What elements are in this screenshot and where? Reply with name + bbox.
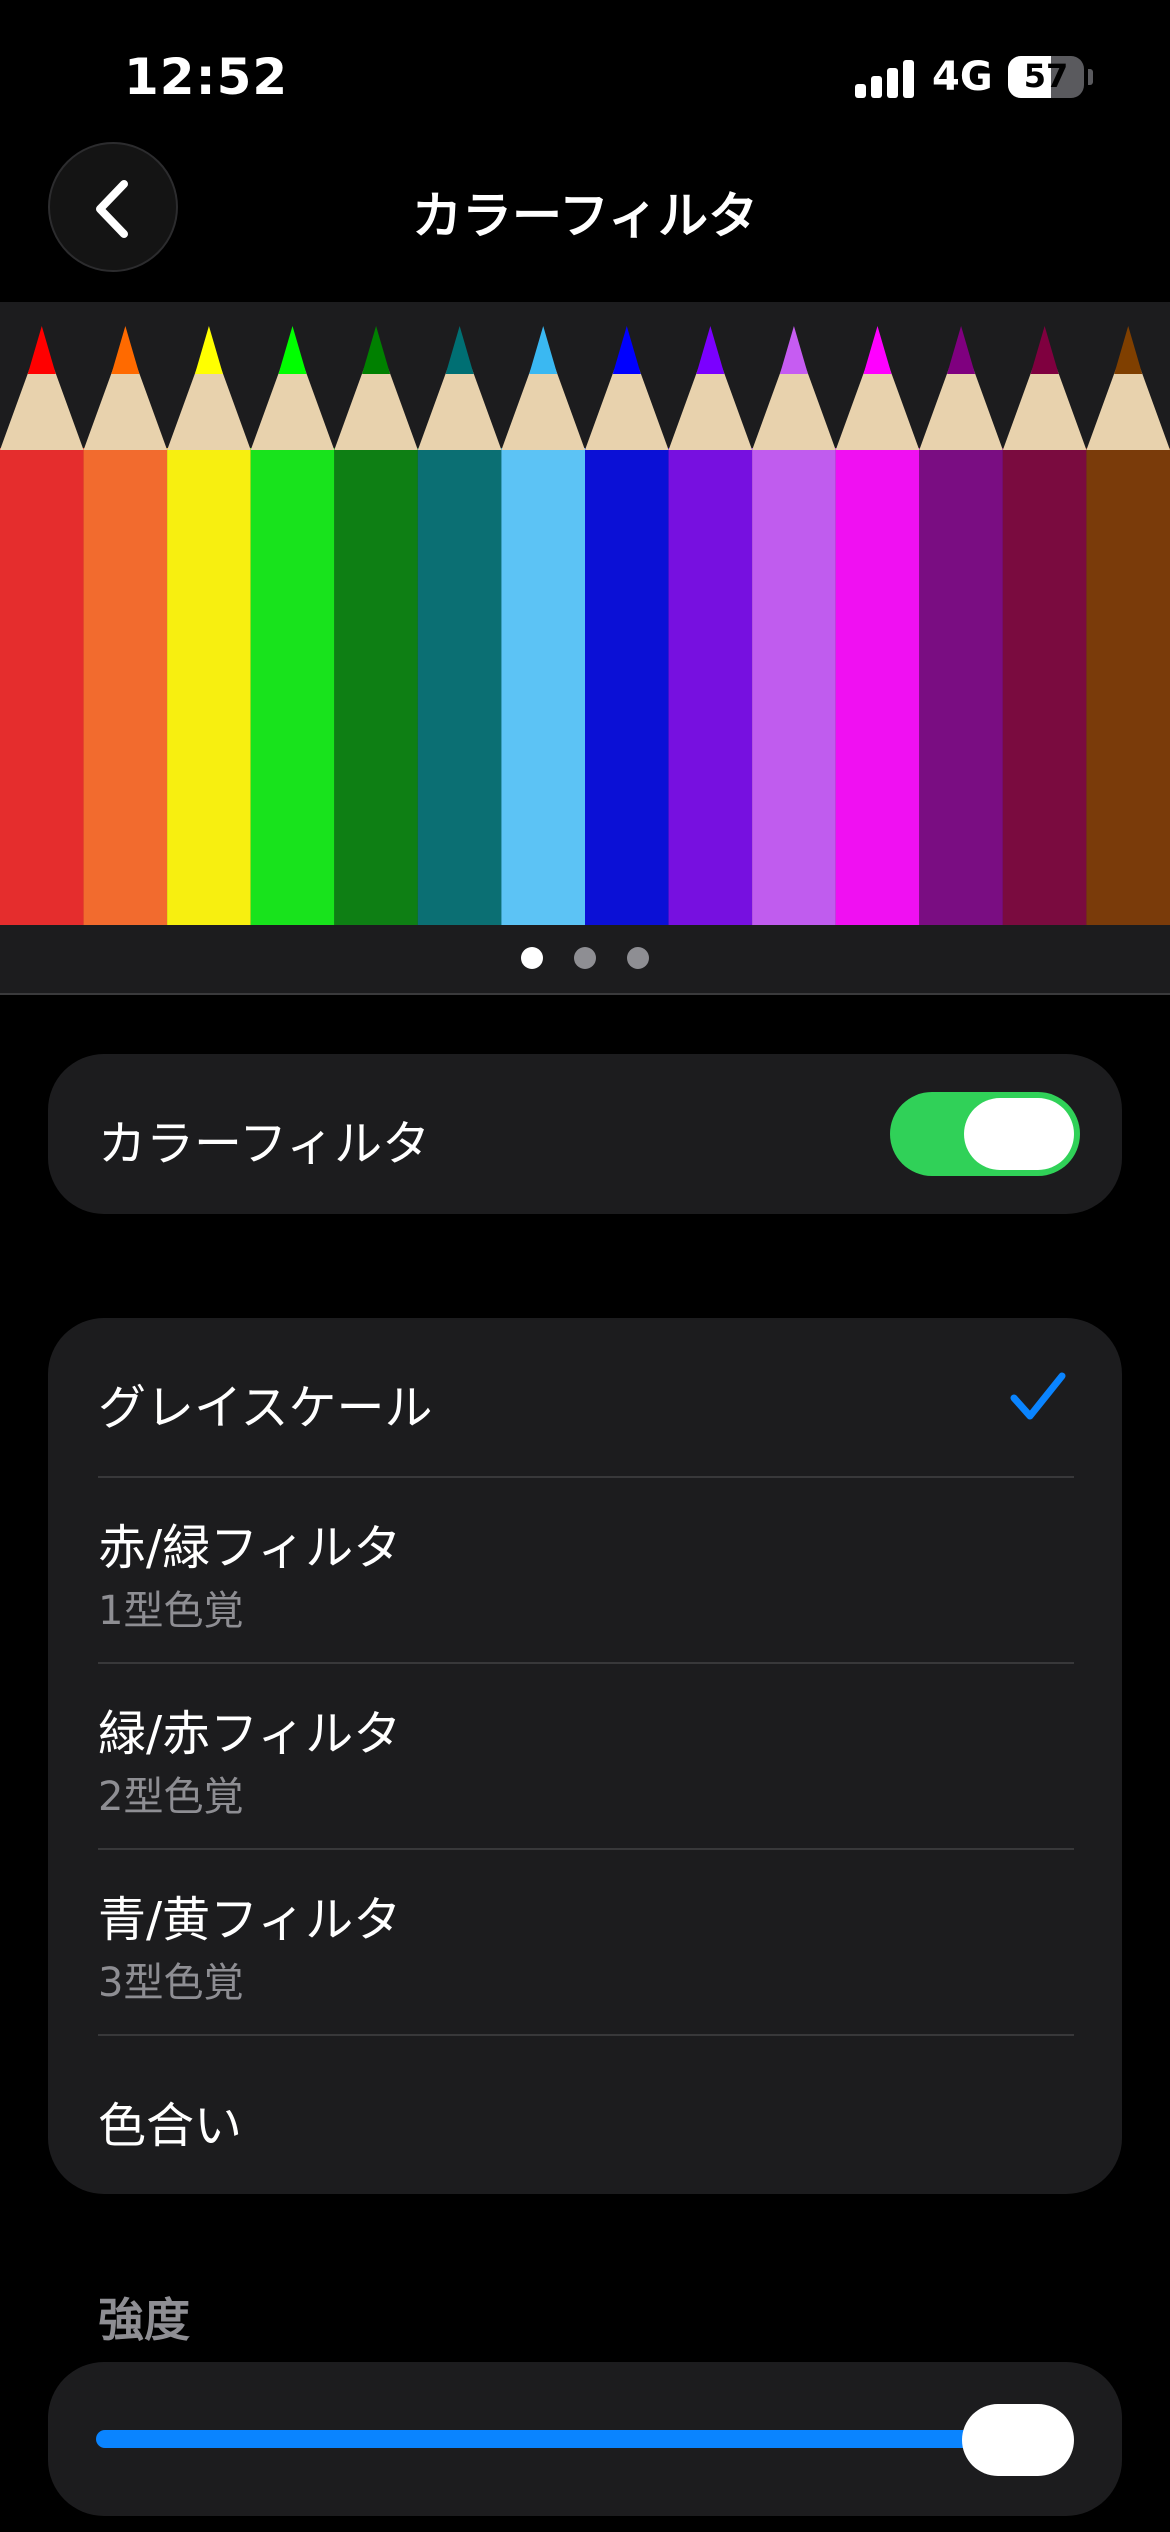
switch-knob — [964, 1098, 1074, 1170]
pencil-shading — [919, 448, 1003, 927]
pencil-tip — [1030, 326, 1059, 374]
pencil-wood — [167, 368, 251, 450]
pencil-shading — [668, 448, 753, 927]
color-filter-label: カラーフィルタ — [98, 1116, 431, 1172]
color-filter-screen: 12:52 4G 57 カラーフィルタ カラーフィルタ グレイスケール 赤/緑フ… — [0, 0, 1170, 2532]
filter-options-list: グレイスケール 赤/緑フィルタ 1型色覚 緑/赤フィルタ 2型色覚 青/黄フィル… — [48, 1318, 1122, 2194]
pencil-shading — [417, 448, 502, 927]
pencil-tip — [445, 326, 474, 374]
filter-option-title: 色合い — [98, 2098, 243, 2154]
pencil-shading — [167, 448, 251, 927]
filter-option-title: 青/黄フィルタ — [98, 1892, 402, 1948]
pencil-wood — [752, 368, 836, 450]
pencil-tip — [696, 326, 725, 374]
battery-percent: 57 — [1023, 57, 1069, 95]
pencil-wood — [1002, 368, 1087, 450]
battery-icon: 57 — [1008, 56, 1084, 98]
pencil-wood — [585, 368, 669, 450]
filter-option-grayscale[interactable]: グレイスケール — [48, 1318, 1122, 1478]
filter-option-subtitle: 2型色覚 — [98, 1774, 244, 1820]
intensity-slider-row — [48, 2362, 1122, 2516]
pencil-tip — [111, 326, 140, 374]
filter-option-title: 緑/赤フィルタ — [98, 1706, 402, 1762]
pencil-tip — [1114, 326, 1143, 374]
filter-option-subtitle: 1型色覚 — [98, 1588, 244, 1634]
pencil-tip — [362, 326, 391, 374]
color-filter-toggle-row: カラーフィルタ — [48, 1054, 1122, 1214]
status-bar: 12:52 4G 57 — [0, 0, 1170, 150]
pencil-tip — [278, 326, 307, 374]
cellular-signal-icon — [855, 58, 915, 98]
intensity-header: 強度 — [98, 2293, 190, 2347]
pencil-wood — [417, 368, 502, 450]
pencil-tip — [612, 326, 641, 374]
page-dot-1[interactable] — [521, 947, 543, 969]
filter-option-title: 赤/緑フィルタ — [98, 1520, 402, 1576]
pencil-tip — [27, 326, 56, 374]
pencil-tip — [194, 326, 223, 374]
pencil-wood — [83, 368, 168, 450]
pencil-tip — [947, 326, 976, 374]
filter-option-subtitle: 3型色覚 — [98, 1960, 244, 2006]
pencil-shading — [585, 448, 669, 927]
page-indicator[interactable] — [0, 937, 1170, 979]
pencil-shading — [334, 448, 418, 927]
checkmark-icon — [1010, 1372, 1066, 1420]
filter-option-deuteranopia[interactable]: 緑/赤フィルタ 2型色覚 — [48, 1664, 1122, 1850]
filter-option-color-tint[interactable]: 色合い — [48, 2036, 1122, 2194]
color-filter-switch[interactable] — [890, 1092, 1080, 1176]
status-time: 12:52 — [124, 48, 289, 106]
pencil-wood — [250, 368, 335, 450]
pencil-shading — [250, 448, 335, 927]
pencil-tip — [779, 326, 808, 374]
pencil-wood — [668, 368, 753, 450]
page-title: カラーフィルタ — [412, 187, 758, 245]
network-type: 4G — [932, 54, 993, 100]
pencil-wood — [835, 368, 920, 450]
battery-nub — [1088, 69, 1093, 85]
intensity-slider-thumb[interactable] — [962, 2404, 1074, 2476]
colored-pencils-image — [0, 326, 1170, 927]
page-dot-2[interactable] — [574, 947, 596, 969]
pencil-wood — [1086, 368, 1170, 450]
filter-option-tritanopia[interactable]: 青/黄フィルタ 3型色覚 — [48, 1850, 1122, 2036]
pencil-tip — [529, 326, 558, 374]
pencil-shading — [835, 448, 920, 927]
pencil-wood — [919, 368, 1003, 450]
intensity-slider-track[interactable] — [96, 2430, 1026, 2448]
pencil-shading — [1086, 448, 1170, 927]
pencil-shading — [0, 448, 84, 927]
pencil-shading — [83, 448, 168, 927]
page-dot-3[interactable] — [627, 947, 649, 969]
pencil-wood — [0, 368, 84, 450]
filter-option-title: グレイスケール — [98, 1380, 433, 1436]
pencil-wood — [334, 368, 418, 450]
colored-pencils-banner[interactable] — [0, 302, 1170, 927]
pencil-shading — [752, 448, 836, 927]
pencil-shading — [501, 448, 585, 927]
pencil-tip — [863, 326, 892, 374]
pencil-wood — [501, 368, 585, 450]
filter-option-protanopia[interactable]: 赤/緑フィルタ 1型色覚 — [48, 1478, 1122, 1664]
pencil-shading — [1002, 448, 1087, 927]
